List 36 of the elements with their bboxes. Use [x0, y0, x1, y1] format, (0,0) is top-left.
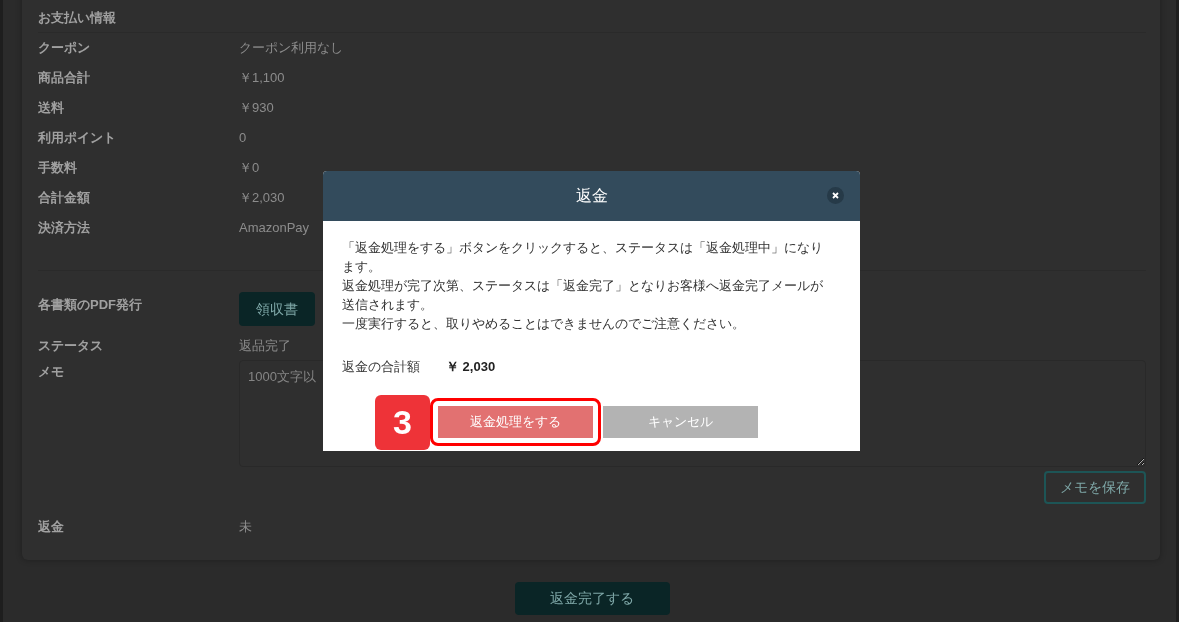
field-label: 合計金額 — [38, 189, 91, 208]
message-text: 「返金処理をする」ボタンをクリックすると、ステータスは「返金処理中」になり — [342, 239, 823, 257]
field-label: 送料 — [38, 99, 65, 118]
field-value: 0 — [239, 129, 247, 148]
message-text: ます。 — [342, 258, 381, 276]
field-value: 返品完了 — [239, 337, 291, 356]
total-value: ￥ 2,030 — [446, 358, 496, 376]
field-label: 決済方法 — [38, 219, 91, 238]
field-label: 返金 — [38, 518, 65, 537]
message-text: 送信されます。 — [342, 296, 433, 314]
refund-process-button[interactable]: 返金処理をする — [438, 406, 593, 438]
field-value: ￥0 — [239, 159, 260, 178]
field-value: AmazonPay — [239, 219, 310, 238]
total-label: 返金の合計額 — [342, 358, 421, 376]
section-title: お支払い情報 — [38, 8, 1146, 33]
field-label: 利用ポイント — [38, 129, 117, 148]
field-value: ￥1,100 — [239, 69, 285, 88]
dialog-title: 返金 — [575, 186, 608, 206]
message-text: 返金処理が完了次第、ステータスは「返金完了」となりお客様へ返金完了メールが — [342, 277, 823, 295]
field-value: クーポン利用なし — [239, 39, 343, 58]
field-label: ステータス — [38, 337, 104, 356]
field-value: 未 — [239, 518, 252, 537]
step-number-badge: 3 — [375, 394, 430, 450]
field-label: 手数料 — [38, 159, 78, 178]
field-value: ￥930 — [239, 99, 274, 118]
field-value: ￥2,030 — [239, 189, 285, 208]
receipt-button[interactable]: 領収書 — [239, 292, 315, 326]
field-label: クーポン — [38, 39, 91, 58]
field-label: メモ — [38, 363, 65, 381]
close-button[interactable] — [827, 187, 844, 204]
message-text: 一度実行すると、取りやめることはできませんのでご注意ください。 — [342, 315, 745, 333]
save-memo-button[interactable]: メモを保存 — [1044, 471, 1146, 504]
close-icon — [832, 192, 839, 199]
field-label: 商品合計 — [38, 69, 91, 88]
refund-complete-button[interactable]: 返金完了する — [514, 582, 670, 615]
field-label: 各書類のPDF発行 — [38, 296, 143, 314]
